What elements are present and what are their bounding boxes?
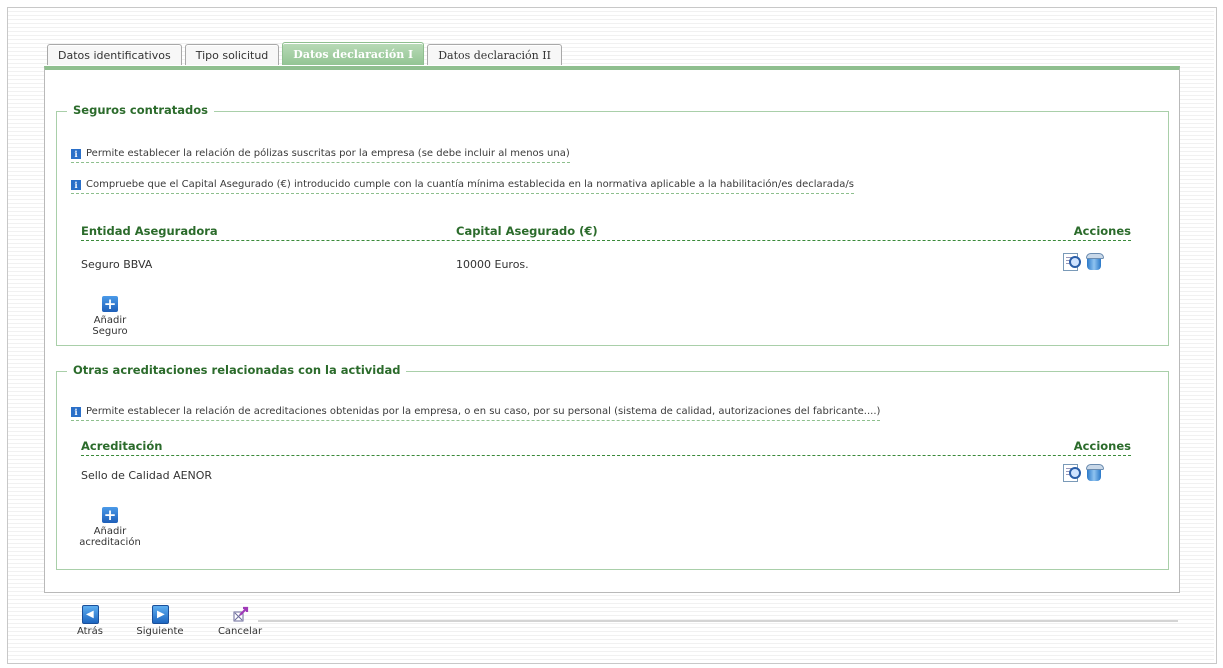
- col-acreditacion: Acreditación: [81, 439, 163, 453]
- add-acreditacion-label-1: Añadir: [93, 526, 127, 537]
- cell-acreditacion: Sello de Calidad AENOR: [81, 469, 213, 482]
- info-icon: i: [71, 179, 81, 190]
- acreditaciones-table-header: Acreditación Acciones: [81, 437, 1131, 456]
- cell-capital: 10000 Euros.: [456, 258, 529, 271]
- col-acciones: Acciones: [1073, 439, 1131, 453]
- tab-datos-identificativos[interactable]: Datos identificativos: [47, 44, 182, 65]
- view-icon[interactable]: [1063, 252, 1081, 271]
- acreditaciones-legend: Otras acreditaciones relacionadas con la…: [67, 363, 407, 377]
- next-label: Siguiente: [136, 626, 184, 637]
- seguros-fieldset: Seguros contratados i Permite establecer…: [56, 103, 1169, 346]
- acreditaciones-info-1-text: Permite establecer la relación de acredi…: [86, 406, 881, 417]
- tab-datos-declaracion-2[interactable]: Datos declaración II: [427, 44, 562, 65]
- main-panel: Seguros contratados i Permite establecer…: [44, 66, 1180, 593]
- col-capital-asegurado: Capital Asegurado (€): [456, 224, 598, 238]
- next-icon: ▶: [150, 604, 170, 624]
- add-seguro-label: Añadir Seguro: [92, 315, 128, 337]
- add-seguro-button[interactable]: + Añadir Seguro: [75, 296, 145, 337]
- tab-bar: Datos identificativos Tipo solicitud Dat…: [47, 42, 562, 66]
- next-button[interactable]: ▶ Siguiente: [132, 604, 188, 637]
- nav-divider: [258, 620, 1178, 623]
- seguros-info-2-text: Compruebe que el Capital Asegurado (€) i…: [86, 179, 854, 190]
- col-entidad-aseguradora: Entidad Aseguradora: [81, 224, 218, 238]
- back-icon: ◀: [80, 604, 100, 624]
- view-icon[interactable]: [1063, 463, 1081, 482]
- tab-tipo-solicitud[interactable]: Tipo solicitud: [184, 44, 280, 65]
- add-icon: +: [102, 506, 118, 524]
- tab-datos-declaracion-1[interactable]: Datos declaración I: [282, 42, 425, 65]
- seguros-info-1-text: Permite establecer la relación de póliza…: [86, 148, 570, 159]
- acreditaciones-info-1: i Permite establecer la relación de acre…: [71, 406, 881, 421]
- add-icon: +: [102, 295, 118, 313]
- back-label: Atrás: [76, 626, 104, 637]
- seguros-info-1: i Permite establecer la relación de póli…: [71, 148, 570, 163]
- seguros-legend: Seguros contratados: [67, 103, 214, 117]
- row-actions: [1063, 252, 1104, 271]
- info-icon: i: [71, 406, 81, 417]
- add-acreditacion-button[interactable]: + Añadir acreditación: [75, 507, 145, 548]
- col-acciones: Acciones: [1073, 224, 1131, 238]
- seguros-table-header: Entidad Aseguradora Capital Asegurado (€…: [81, 222, 1131, 241]
- row-actions: [1063, 463, 1104, 482]
- info-icon: i: [71, 148, 81, 159]
- cancel-icon: [230, 604, 250, 624]
- delete-icon[interactable]: [1085, 252, 1104, 270]
- acreditaciones-fieldset: Otras acreditaciones relacionadas con la…: [56, 363, 1169, 570]
- back-button[interactable]: ◀ Atrás: [70, 604, 110, 637]
- cell-entidad: Seguro BBVA: [81, 258, 153, 271]
- add-acreditacion-label-2: acreditación: [79, 537, 141, 548]
- seguros-info-2: i Compruebe que el Capital Asegurado (€)…: [71, 179, 854, 194]
- cancel-label: Cancelar: [217, 626, 263, 637]
- delete-icon[interactable]: [1085, 463, 1104, 481]
